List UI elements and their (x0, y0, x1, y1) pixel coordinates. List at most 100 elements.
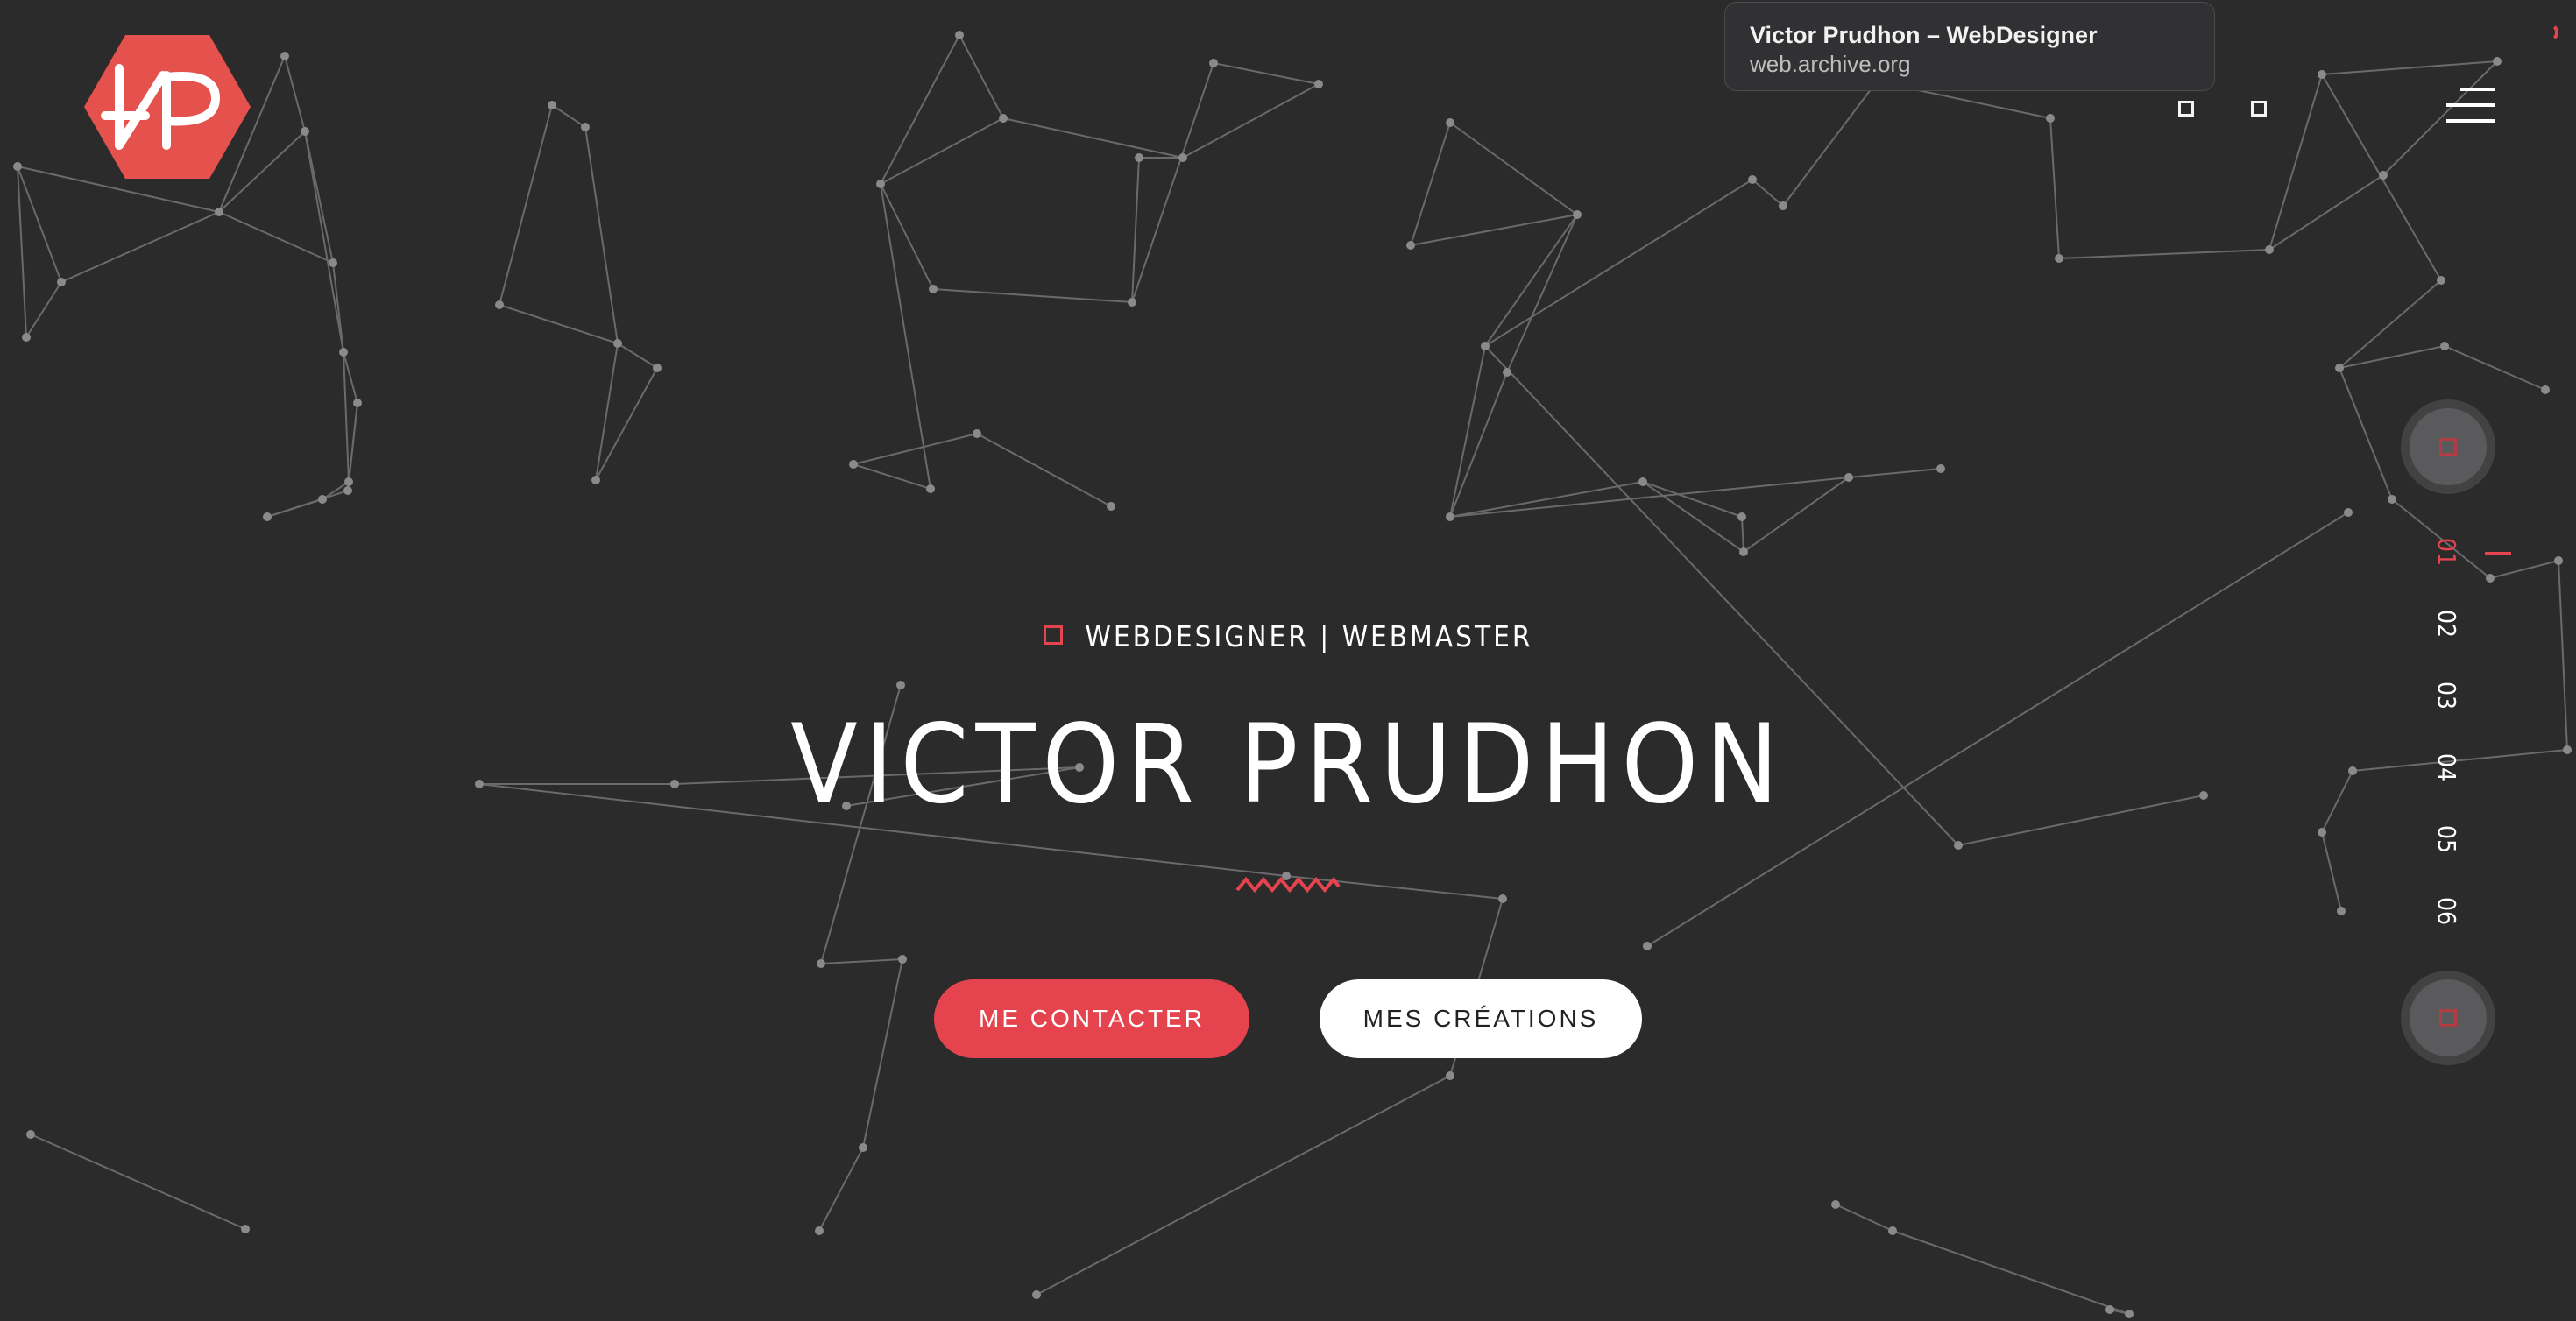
network-node (876, 180, 885, 188)
tooltip-title: Victor Prudhon – WebDesigner (1750, 22, 2098, 48)
network-edge (2049, 117, 2060, 259)
network-edge (1892, 1230, 2130, 1315)
network-node (1446, 512, 1454, 521)
network-edge (1782, 81, 1878, 207)
network-node (581, 123, 590, 131)
network-node (1498, 894, 1507, 903)
section-nav-02[interactable]: 02 (2427, 604, 2466, 643)
network-node (1748, 175, 1757, 184)
network-edge (266, 498, 323, 518)
network-node (1638, 477, 1647, 486)
network-edge (499, 104, 553, 306)
network-node (1831, 1200, 1840, 1209)
network-node (495, 300, 504, 309)
network-edge (880, 34, 960, 185)
network-node (57, 278, 66, 286)
network-node (1446, 1071, 1454, 1080)
network-edge (1131, 157, 1140, 303)
network-node (2335, 364, 2344, 372)
network-edge (1743, 477, 1850, 553)
tab-tooltip: Victor Prudhon – WebDesigner web.archive… (1724, 2, 2215, 91)
network-edge (2268, 74, 2323, 251)
network-node (1107, 502, 1115, 511)
network-edge (348, 402, 358, 483)
network-edge (976, 433, 1112, 507)
network-edge (880, 117, 1004, 185)
network-node (1209, 59, 1218, 67)
network-node (215, 208, 223, 216)
network-edge (1506, 214, 1578, 373)
network-node (2055, 254, 2063, 263)
network-edge (284, 55, 306, 132)
network-node (817, 959, 825, 968)
network-node (263, 512, 272, 521)
network-node (1481, 342, 1490, 350)
scroll-down-button[interactable] (2410, 979, 2487, 1056)
network-edge (2321, 831, 2342, 912)
square-icon[interactable] (2178, 101, 2194, 117)
network-edge (2339, 345, 2445, 369)
network-node (26, 1130, 35, 1139)
scroll-up-button[interactable] (2410, 408, 2487, 485)
network-edge (551, 104, 586, 128)
network-node (2125, 1310, 2134, 1318)
network-node (1135, 153, 1143, 162)
network-node (1643, 942, 1652, 950)
hero-subtitle-text: WEBDESIGNER | WEBMASTER (1085, 619, 1533, 653)
contact-button[interactable]: ME CONTACTER (934, 979, 1249, 1058)
network-node (1936, 464, 1945, 473)
network-edge (25, 281, 62, 338)
network-node (849, 460, 858, 469)
network-edge (1002, 117, 1184, 159)
network-edge (2339, 279, 2442, 369)
creations-button[interactable]: MES CRÉATIONS (1320, 979, 1642, 1058)
network-node (1737, 512, 1746, 521)
hamburger-icon[interactable] (2446, 88, 2495, 123)
network-edge (2058, 249, 2270, 259)
network-edge (1642, 481, 1743, 518)
network-node (1446, 118, 1454, 127)
network-edge (1036, 1075, 1451, 1296)
network-edge (932, 288, 1133, 303)
network-edge (1741, 516, 1744, 553)
network-edge (1131, 62, 1214, 303)
section-nav-06[interactable]: 06 (2427, 892, 2466, 930)
network-node (1178, 153, 1187, 162)
network-edge (1449, 371, 1508, 518)
network-node (2541, 385, 2550, 394)
zigzag-divider-icon (1235, 876, 1341, 894)
network-edge (1848, 468, 1942, 478)
network-node (280, 52, 289, 60)
network-edge (880, 183, 931, 490)
network-node (1888, 1226, 1897, 1235)
network-node (653, 364, 662, 372)
section-nav-04[interactable]: 04 (2427, 748, 2466, 787)
network-node (2379, 171, 2388, 180)
network-node (353, 399, 362, 407)
network-edge (2321, 60, 2498, 75)
network-edge (617, 343, 658, 369)
network-edge (853, 463, 931, 490)
square-icon[interactable] (2251, 101, 2267, 117)
network-edge (1410, 122, 1451, 246)
network-edge (499, 304, 619, 344)
network-node (2337, 907, 2346, 915)
network-node (1128, 298, 1136, 307)
network-node (343, 486, 352, 495)
network-edge (30, 1134, 246, 1230)
network-node (548, 101, 556, 109)
section-nav-03[interactable]: 03 (2427, 676, 2466, 715)
vp-logo-icon[interactable] (84, 33, 251, 180)
network-node (613, 339, 622, 348)
active-section-indicator (2485, 552, 2511, 555)
network-edge (1752, 179, 1784, 207)
network-node (2440, 342, 2449, 350)
network-node (1954, 841, 1963, 850)
network-node (1406, 241, 1415, 250)
network-edge (17, 166, 27, 338)
network-edge (820, 958, 903, 964)
network-node (1573, 210, 1582, 219)
network-node (1739, 547, 1748, 556)
section-nav-01[interactable]: 01 (2427, 533, 2466, 571)
section-nav-05[interactable]: 05 (2427, 820, 2466, 858)
